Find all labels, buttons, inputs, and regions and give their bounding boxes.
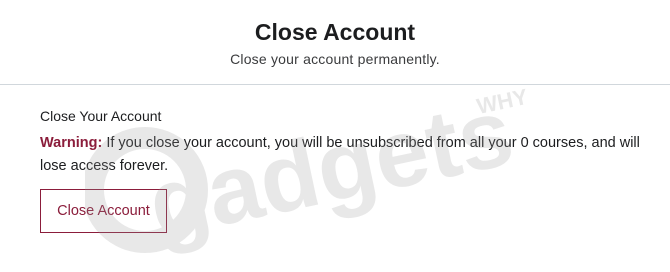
section-heading: Close Your Account bbox=[40, 108, 162, 124]
warning-message: Warning: If you close your account, you … bbox=[40, 132, 650, 178]
page-subtitle: Close your account permanently. bbox=[230, 51, 440, 67]
warning-label: Warning: bbox=[40, 135, 103, 151]
close-account-section: Close Your Account Warning: If you close… bbox=[40, 106, 650, 178]
warning-body: If you close your account, you will be u… bbox=[40, 135, 640, 174]
page-title: Close Account bbox=[254, 19, 416, 45]
close-account-button[interactable]: Close Account bbox=[40, 189, 167, 233]
page-header: Close Account Close your account permane… bbox=[0, 0, 670, 85]
